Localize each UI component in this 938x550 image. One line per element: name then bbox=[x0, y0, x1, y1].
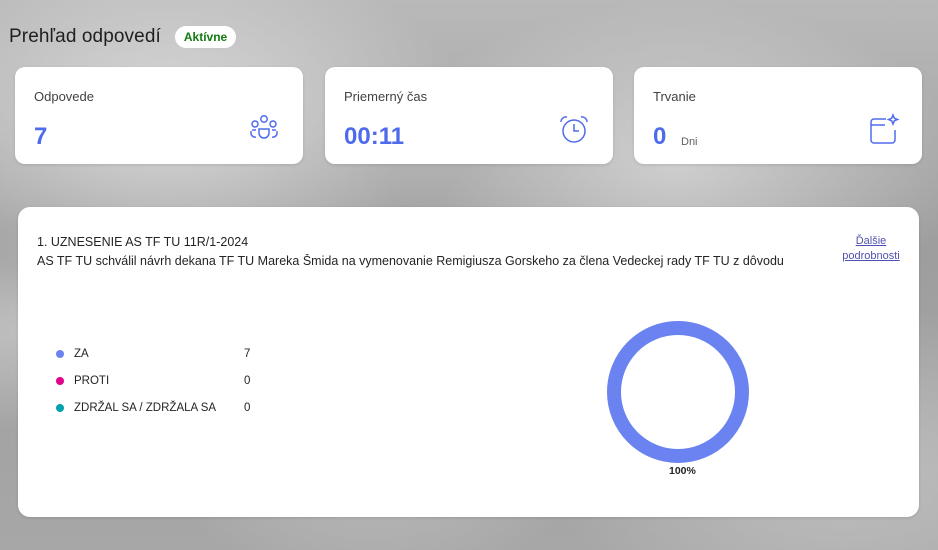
responses-card: Odpovede 7 bbox=[15, 67, 303, 164]
details-link[interactable]: Ďalšie podrobnosti bbox=[841, 234, 901, 264]
duration-label: Trvanie bbox=[653, 89, 696, 104]
duration-unit: Dni bbox=[681, 136, 698, 148]
legend-count-za: 7 bbox=[244, 348, 251, 360]
donut-percent-label: 100% bbox=[669, 465, 696, 477]
status-badge: Aktívne bbox=[174, 26, 237, 48]
duration-value: 0 bbox=[653, 123, 667, 150]
question-text: AS TF TU schválil návrh dekana TF TU Mar… bbox=[37, 254, 784, 268]
legend-label-za: ZA bbox=[74, 348, 89, 360]
average-time-label: Priemerný čas bbox=[344, 89, 428, 104]
legend-dot-proti bbox=[56, 377, 64, 385]
responses-label: Odpovede bbox=[34, 89, 94, 104]
page-header: Prehľad odpovedí Aktívne bbox=[9, 26, 237, 48]
alarm-clock-icon bbox=[560, 116, 588, 143]
average-time-value: 00:11 bbox=[344, 123, 405, 150]
legend-item-zdrzal: ZDRŽAL SA / ZDRŽALA SA bbox=[56, 402, 216, 414]
details-link-line1[interactable]: Ďalšie bbox=[856, 235, 887, 247]
legend-label-zdrzal: ZDRŽAL SA / ZDRŽALA SA bbox=[74, 402, 217, 414]
responses-value: 7 bbox=[34, 123, 48, 150]
calendar-sparkle-icon bbox=[870, 113, 900, 144]
legend-count-zdrzal: 0 bbox=[244, 402, 251, 414]
results-donut-chart bbox=[607, 321, 749, 463]
question-result-card: 1. UZNESENIE AS TF TU 11R/1-2024 AS TF T… bbox=[18, 207, 919, 517]
page-title: Prehľad odpovedí bbox=[9, 26, 161, 47]
legend-count-proti: 0 bbox=[244, 375, 251, 387]
average-time-card: Priemerný čas 00:11 bbox=[325, 67, 613, 164]
question-title: 1. UZNESENIE AS TF TU 11R/1-2024 bbox=[37, 235, 249, 249]
legend-item-proti: PROTI bbox=[56, 375, 109, 387]
legend-dot-za bbox=[56, 350, 64, 358]
legend-item-za: ZA bbox=[56, 348, 89, 360]
donut-slice-za bbox=[607, 321, 749, 463]
people-group-icon bbox=[250, 115, 278, 139]
duration-card: Trvanie 0 Dni bbox=[634, 67, 922, 164]
legend-label-proti: PROTI bbox=[74, 375, 110, 387]
legend-dot-zdrzal bbox=[56, 404, 64, 412]
details-link-line2[interactable]: podrobnosti bbox=[842, 250, 900, 262]
